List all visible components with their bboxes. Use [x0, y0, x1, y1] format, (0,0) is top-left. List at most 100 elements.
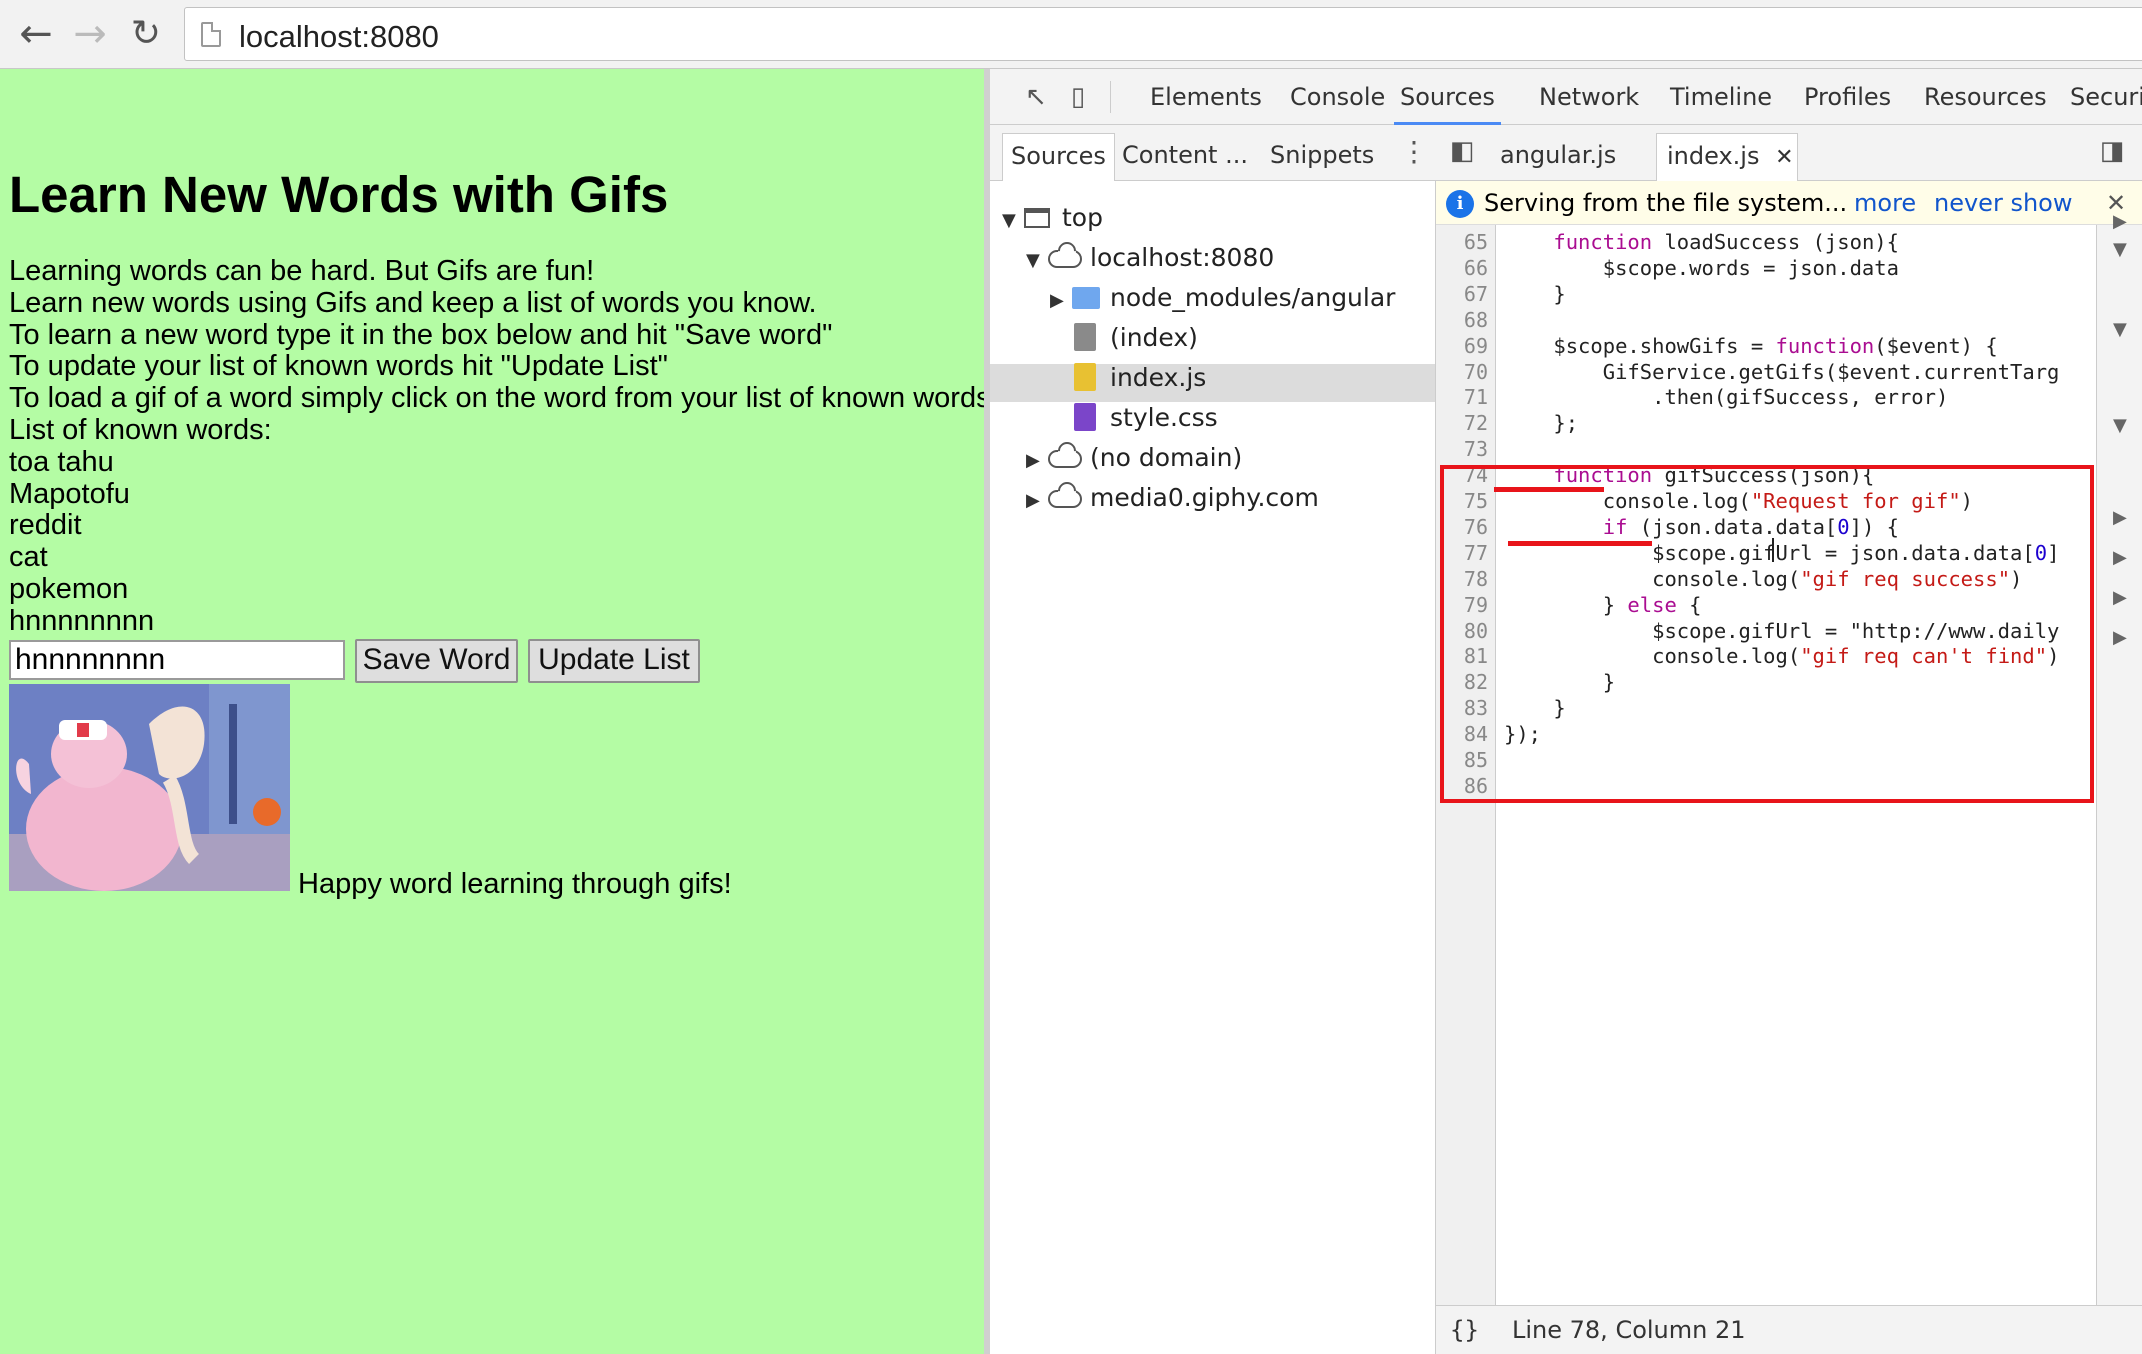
expand-triangle-icon[interactable]: ▼: [1002, 202, 1024, 240]
red-annotation-line: [1494, 487, 1604, 492]
line-number[interactable]: 83: [1436, 695, 1488, 721]
pretty-print-icon[interactable]: {}: [1450, 1306, 1479, 1354]
expand-triangle-icon[interactable]: ▼: [1026, 242, 1048, 280]
code-line[interactable]: }: [1504, 281, 1565, 307]
forward-arrow-icon[interactable]: →: [68, 12, 112, 56]
toggle-debugger-icon[interactable]: ◨: [2094, 133, 2130, 169]
line-number[interactable]: 84: [1436, 721, 1488, 747]
known-word-item[interactable]: cat: [9, 541, 984, 574]
known-word-item[interactable]: reddit: [9, 510, 984, 542]
close-icon[interactable]: ✕: [1775, 145, 1793, 170]
tree-item-localhost[interactable]: ▼ localhost:8080: [1026, 239, 1274, 277]
line-number[interactable]: 73: [1436, 436, 1488, 462]
line-number[interactable]: 77: [1436, 540, 1488, 566]
more-vertical-icon[interactable]: ⋮: [1400, 135, 1428, 168]
more-link[interactable]: more: [1854, 181, 1916, 225]
code-line[interactable]: $scope.gifUrl = "http://www.daily: [1504, 618, 2059, 644]
tab-security[interactable]: Securi: [2070, 69, 2142, 125]
known-word-item[interactable]: hnnnnnnnn: [9, 605, 984, 638]
toggle-navigator-icon[interactable]: ◧: [1444, 133, 1480, 169]
line-number[interactable]: 66: [1436, 255, 1488, 281]
code-line[interactable]: $scope.words = json.data: [1504, 255, 1899, 281]
reload-icon[interactable]: ↻: [124, 12, 168, 56]
arrow-right-icon[interactable]: ▶: [2113, 547, 2127, 568]
tab-network[interactable]: Network: [1539, 69, 1639, 125]
tab-console[interactable]: Console: [1290, 69, 1385, 125]
address-bar[interactable]: localhost:8080: [184, 7, 2142, 61]
line-number[interactable]: 69: [1436, 333, 1488, 359]
never-show-link[interactable]: never show: [1934, 181, 2072, 225]
code-area[interactable]: 65 function loadSuccess (json){ 66 $scope…: [1436, 225, 2096, 1305]
editor-tab-angular[interactable]: angular.js: [1490, 133, 1626, 181]
nav-tab-content-scripts[interactable]: Content ...: [1114, 133, 1256, 181]
line-number[interactable]: 82: [1436, 669, 1488, 695]
tree-item-node-modules[interactable]: ▶ node_modules/angular: [1050, 279, 1395, 317]
code-line[interactable]: function gifSuccess(json){: [1504, 462, 1874, 488]
tab-sources[interactable]: Sources: [1394, 69, 1501, 125]
known-word-item[interactable]: Mapotofu: [9, 478, 984, 511]
code-line[interactable]: }: [1504, 669, 1615, 695]
arrow-right-icon[interactable]: ▶: [2113, 627, 2127, 648]
url-text[interactable]: localhost:8080: [239, 19, 439, 55]
code-line[interactable]: });: [1504, 721, 1541, 747]
line-number[interactable]: 65: [1436, 229, 1488, 255]
nav-tab-snippets[interactable]: Snippets: [1262, 133, 1382, 181]
arrow-down-icon[interactable]: ▼: [2113, 415, 2127, 436]
line-number[interactable]: 79: [1436, 592, 1488, 618]
line-number[interactable]: 71: [1436, 384, 1488, 410]
line-number[interactable]: 67: [1436, 281, 1488, 307]
arrow-down-icon[interactable]: ▼: [2113, 319, 2127, 340]
known-word-item[interactable]: toa tahu: [9, 446, 984, 479]
code-line[interactable]: .then(gifSuccess, error): [1504, 384, 1948, 410]
code-line[interactable]: function loadSuccess (json){: [1504, 229, 1899, 255]
line-number[interactable]: 85: [1436, 747, 1488, 773]
cloud-icon: [1048, 250, 1082, 268]
line-number[interactable]: 70: [1436, 359, 1488, 385]
arrow-right-icon[interactable]: ▶: [2113, 211, 2127, 232]
tab-elements[interactable]: Elements: [1150, 69, 1262, 125]
save-word-button[interactable]: Save Word: [355, 639, 518, 683]
code-line[interactable]: if (json.data.data[0]) {: [1504, 514, 1899, 540]
line-number[interactable]: 72: [1436, 410, 1488, 436]
tree-item-top[interactable]: ▼ top: [1002, 199, 1103, 237]
back-arrow-icon[interactable]: ←: [14, 12, 58, 56]
arrow-right-icon[interactable]: ▶: [2113, 507, 2127, 528]
editor-tab-index-js[interactable]: index.js ✕: [1656, 133, 1798, 181]
arrow-down-icon[interactable]: ▼: [2113, 239, 2127, 260]
tree-item-index-js[interactable]: index.js: [1074, 359, 1206, 397]
tab-profiles[interactable]: Profiles: [1804, 69, 1891, 125]
nav-tab-sources[interactable]: Sources: [1002, 133, 1115, 181]
line-number[interactable]: 81: [1436, 643, 1488, 669]
code-line[interactable]: console.log("gif req can't find"): [1504, 643, 2059, 669]
tree-item-giphy[interactable]: ▶ media0.giphy.com: [1026, 479, 1319, 517]
code-line[interactable]: } else {: [1504, 592, 1702, 618]
tab-resources[interactable]: Resources: [1924, 69, 2047, 125]
line-number[interactable]: 76: [1436, 514, 1488, 540]
tree-item-label: top: [1062, 203, 1103, 232]
collapse-triangle-icon[interactable]: ▶: [1026, 482, 1048, 520]
code-line[interactable]: };: [1504, 410, 1578, 436]
arrow-right-icon[interactable]: ▶: [2113, 587, 2127, 608]
code-line[interactable]: console.log("gif req success"): [1504, 566, 2022, 592]
line-number[interactable]: 68: [1436, 307, 1488, 333]
code-line[interactable]: }: [1504, 695, 1565, 721]
collapse-triangle-icon[interactable]: ▶: [1050, 282, 1072, 320]
word-input[interactable]: [9, 640, 345, 680]
update-list-button[interactable]: Update List: [528, 639, 700, 683]
line-number[interactable]: 75: [1436, 488, 1488, 514]
tab-timeline[interactable]: Timeline: [1670, 69, 1772, 125]
collapse-triangle-icon[interactable]: ▶: [1026, 442, 1048, 480]
device-mode-icon[interactable]: ▯: [1060, 79, 1096, 115]
line-number[interactable]: 78: [1436, 566, 1488, 592]
tree-item-index[interactable]: (index): [1074, 319, 1198, 357]
line-number[interactable]: 74: [1436, 462, 1488, 488]
code-line[interactable]: GifService.getGifs($event.currentTarg: [1504, 359, 2060, 385]
code-line[interactable]: $scope.showGifs = function($event) {: [1504, 333, 1997, 359]
line-number[interactable]: 80: [1436, 618, 1488, 644]
red-annotation-line: [1508, 541, 1652, 546]
tree-item-style-css[interactable]: style.css: [1074, 399, 1218, 437]
line-number[interactable]: 86: [1436, 773, 1488, 799]
tree-item-no-domain[interactable]: ▶ (no domain): [1026, 439, 1242, 477]
known-word-item[interactable]: pokemon: [9, 573, 984, 606]
inspect-element-icon[interactable]: ↖: [1018, 79, 1054, 115]
